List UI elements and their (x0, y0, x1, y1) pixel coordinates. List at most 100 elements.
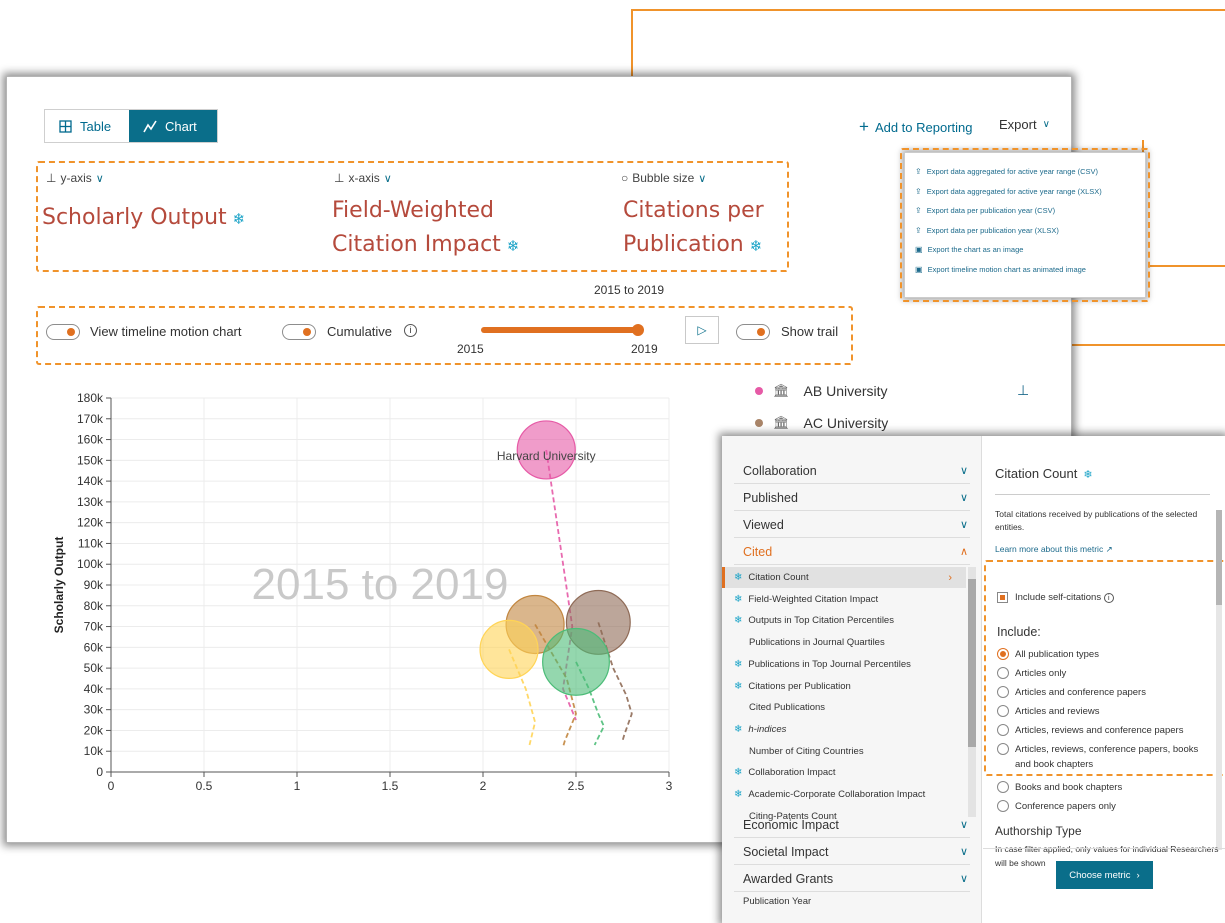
bubble-size-label: Bubble size (632, 171, 695, 185)
metric-category[interactable]: Cited ∧ (722, 538, 974, 565)
snowball-icon: ❄ (734, 723, 743, 735)
info-icon[interactable]: i (404, 324, 417, 337)
metric-option[interactable]: Publications in Journal Quartiles (722, 632, 966, 653)
metric-option[interactable]: ❄ h-indices (722, 719, 966, 740)
metric-list-scroll-thumb[interactable] (968, 579, 976, 747)
export-menu-item[interactable]: ▣ Export timeline motion chart as animate… (915, 265, 1086, 274)
metric-category[interactable]: Economic Impact ∨ (722, 811, 974, 838)
x-tick-label: 0.5 (196, 779, 213, 793)
export-dropdown-button[interactable]: Export ∨ (999, 117, 1050, 132)
y-axis-metric-text: Scholarly Output (42, 205, 227, 230)
export-label: Export (999, 117, 1037, 132)
self-citations-checkbox[interactable] (997, 592, 1008, 603)
toggle-knob (303, 328, 311, 336)
metric-option[interactable]: ❄ Publications in Top Journal Percentiles (722, 654, 966, 675)
data-bubble (479, 619, 539, 680)
publication-type-radio[interactable] (997, 800, 1009, 812)
export-menu-item[interactable]: ⇪ Export data aggregated for active year … (915, 187, 1102, 196)
range-end-label: 2019 (631, 342, 658, 356)
x-axis-selector[interactable]: ⊥ x-axis ∨ (334, 171, 392, 185)
metric-option[interactable]: ❄ Outputs in Top Citation Percentiles (722, 610, 966, 631)
x-axis-label: x-axis (348, 171, 380, 185)
metric-option[interactable]: Cited Publications (722, 697, 966, 718)
y-tick-label: 0 (96, 765, 103, 779)
publication-type-label: Conference papers only (1015, 801, 1116, 812)
institution-icon: 🏛 (773, 383, 790, 398)
legend-item[interactable]: 🏛 AC University (755, 415, 888, 431)
add-to-reporting-link[interactable]: + Add to Reporting (859, 117, 973, 137)
publication-type-radio[interactable] (997, 648, 1009, 660)
learn-more-label: Learn more about this metric (995, 544, 1104, 554)
metric-category[interactable]: Awarded Grants ∨ (722, 865, 974, 892)
pin-icon[interactable]: ⊥ (1017, 382, 1029, 399)
metric-category[interactable]: Publication Year (722, 891, 966, 912)
image-icon: ▣ (915, 264, 923, 274)
y-tick-label: 110k (78, 536, 104, 550)
metric-option[interactable]: ❄ Collaboration Impact (722, 762, 966, 783)
y-axis-selector[interactable]: ⊥ y-axis ∨ (46, 171, 104, 185)
checkbox-fill (1000, 595, 1005, 600)
metric-option[interactable]: ❄ Field-Weighted Citation Impact (722, 589, 966, 610)
learn-more-link[interactable]: Learn more about this metric ↗ (995, 544, 1113, 555)
snowball-icon: ❄ (506, 237, 520, 255)
export-menu: ⇪ Export data aggregated for active year … (900, 148, 1150, 302)
publication-type-label: All publication types (1015, 649, 1099, 660)
export-menu-item[interactable]: ⇪ Export data per publication year (CSV) (915, 206, 1055, 215)
category-divider (734, 564, 970, 565)
table-view-button[interactable]: Table (45, 110, 129, 142)
slider-handle[interactable] (632, 324, 644, 336)
chevron-down-icon: ∨ (959, 846, 968, 858)
publication-type-radio[interactable] (997, 781, 1009, 793)
bubble-icon: ○ (621, 171, 629, 185)
metric-category-label: Viewed (743, 517, 784, 532)
export-menu-item[interactable]: ▣ Export the chart as an image (915, 245, 1023, 254)
y-tick-label: 30k (84, 703, 104, 717)
snowball-icon: ❄ (1083, 469, 1093, 481)
detail-scroll-thumb[interactable] (1216, 510, 1222, 605)
x-tick-label: 3 (666, 779, 673, 793)
bubble-size-selector[interactable]: ○ Bubble size ∨ (621, 171, 706, 185)
metric-option[interactable]: ❄ Citation Count › (722, 567, 966, 588)
data-bubble (542, 627, 610, 696)
export-menu-item[interactable]: ⇪ Export data aggregated for active year … (915, 167, 1098, 176)
publication-type-radio[interactable] (997, 743, 1009, 755)
chevron-down-icon: ∨ (1042, 119, 1050, 130)
metric-description: Total citations received by publications… (995, 509, 1198, 532)
metric-option[interactable]: ❄ Academic-Corporate Collaboration Impact (722, 784, 966, 805)
chevron-down-icon: ∨ (95, 172, 104, 185)
chevron-down-icon: ∨ (959, 873, 968, 885)
metric-option[interactable]: ❄ Citations per Publication (722, 676, 966, 697)
info-icon[interactable]: i (1103, 593, 1114, 603)
chart-view-button[interactable]: Chart (129, 110, 217, 142)
metric-option-label: Citation Count (748, 572, 809, 583)
publication-type-radio[interactable] (997, 724, 1009, 736)
cumulative-toggle[interactable] (282, 324, 316, 340)
chevron-down-icon: ∨ (959, 819, 968, 831)
publication-type-label: Articles and conference papers (1015, 687, 1146, 698)
publication-type-radio[interactable] (997, 705, 1009, 717)
publication-type-radio[interactable] (997, 686, 1009, 698)
range-label-top: 2015 to 2019 (594, 283, 665, 297)
chart-icon (143, 120, 157, 132)
upload-icon: ⇪ (915, 186, 922, 196)
metric-option[interactable]: Number of Citing Countries (722, 741, 966, 762)
chevron-right-icon: › (1136, 869, 1140, 881)
play-button[interactable]: ▷ (685, 316, 719, 344)
y-tick-label: 140k (77, 474, 104, 488)
play-icon: ▷ (697, 323, 707, 337)
year-range-slider[interactable] (481, 327, 641, 333)
metric-category[interactable]: Published ∨ (722, 484, 974, 511)
metric-category[interactable]: Societal Impact ∨ (722, 838, 974, 865)
timeline-toggle[interactable] (46, 324, 80, 340)
metric-category-label: Publication Year (743, 896, 812, 907)
export-menu-item[interactable]: ⇪ Export data per publication year (XLSX) (915, 226, 1059, 235)
authorship-title: Authorship Type (995, 824, 1082, 838)
metric-option-label: Number of Citing Countries (749, 745, 864, 757)
legend-item[interactable]: 🏛 AB University (755, 383, 888, 399)
choose-metric-button[interactable]: Choose metric › (1056, 861, 1153, 889)
publication-type-radio[interactable] (997, 667, 1009, 679)
show-trail-toggle[interactable] (736, 324, 770, 340)
snowball-icon: ❄ (734, 658, 743, 670)
metric-category[interactable]: Collaboration ∨ (722, 457, 974, 484)
metric-category[interactable]: Viewed ∨ (722, 511, 974, 538)
